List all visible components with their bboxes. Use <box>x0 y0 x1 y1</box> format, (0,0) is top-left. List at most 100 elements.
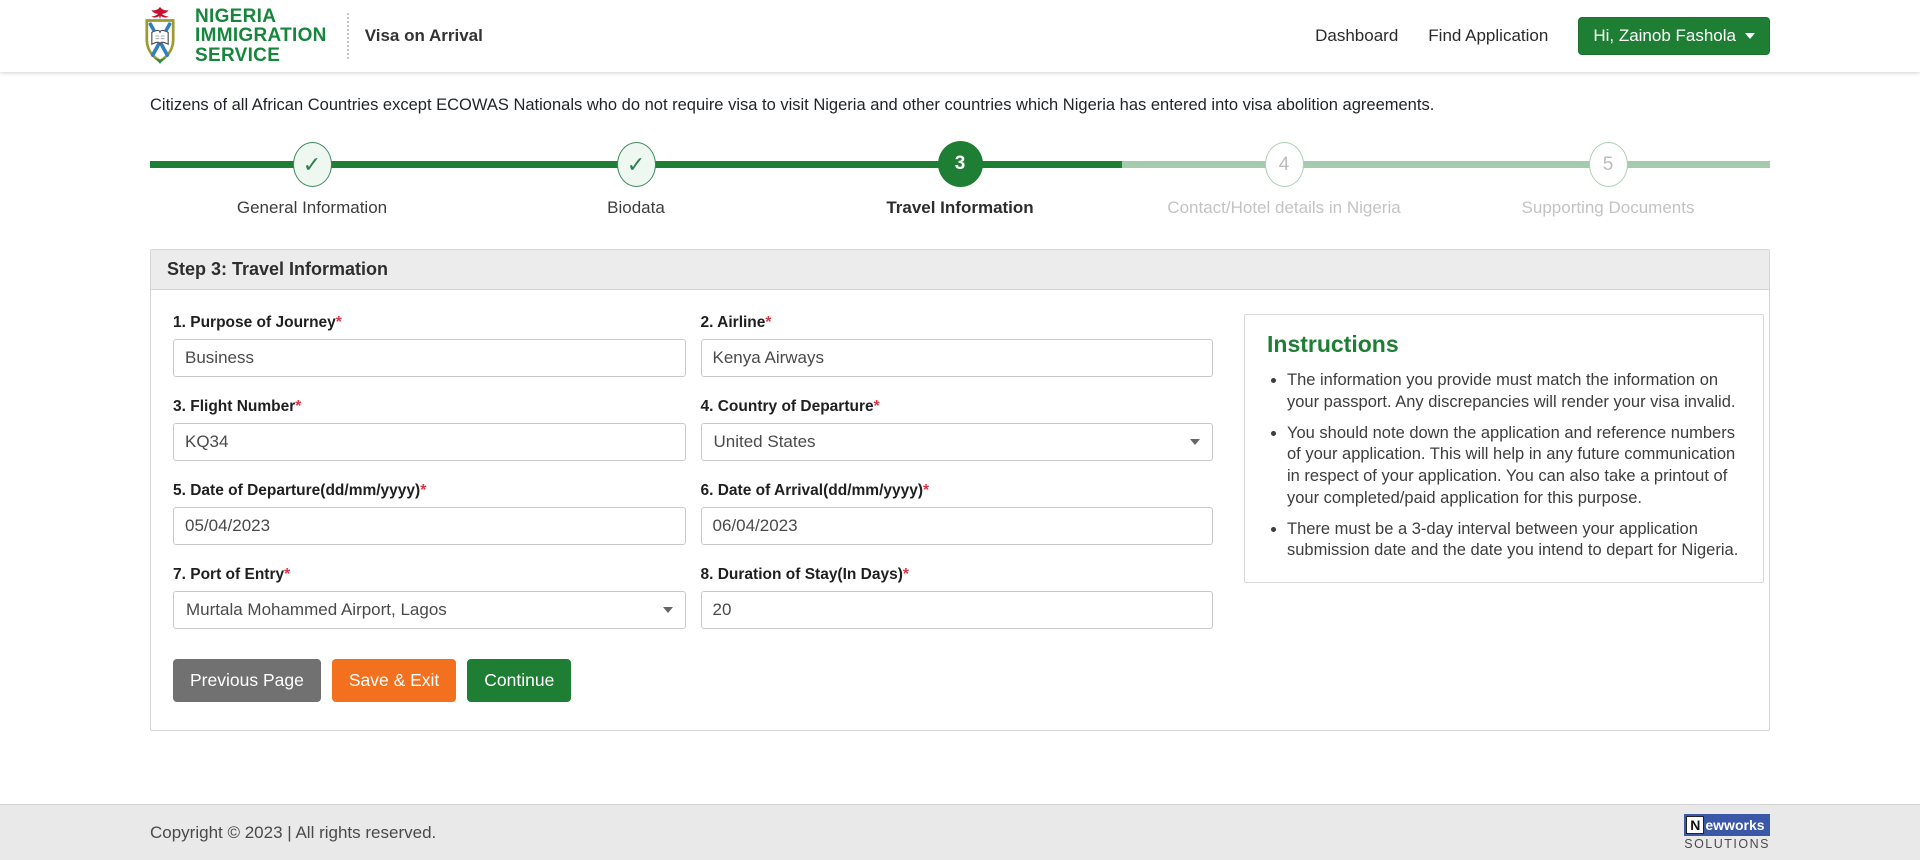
card-title: Step 3: Travel Information <box>151 250 1769 290</box>
stepper-steps: ✓ General Information ✓ Biodata 3 Travel… <box>150 135 1770 218</box>
required-asterisk: * <box>284 566 291 583</box>
country-of-departure-label: 4. Country of Departure* <box>701 398 1214 416</box>
step1-check-icon: ✓ <box>292 142 332 187</box>
date-of-departure-label-text: 5. Date of Departure(dd/mm/yyyy) <box>173 482 421 499</box>
instruction-item: There must be a 3-day interval between y… <box>1287 519 1739 563</box>
top-nav: Dashboard Find Application Hi, Zainob Fa… <box>1315 17 1770 55</box>
date-of-arrival-input[interactable] <box>700 507 1213 545</box>
flight-number-label-text: 3. Flight Number <box>173 398 296 415</box>
card-body: 1. Purpose of Journey* 2. Airline* 3. Fl… <box>151 290 1769 730</box>
step2-check-icon: ✓ <box>616 142 656 187</box>
step-general-information: ✓ General Information <box>150 135 474 218</box>
newworks-logo-top: N ewworks <box>1684 814 1770 837</box>
airline-input[interactable] <box>700 339 1213 377</box>
brand-title: NIGERIA IMMIGRATION SERVICE <box>195 5 327 66</box>
save-and-exit-button[interactable]: Save & Exit <box>331 659 457 702</box>
newworks-logo-n: N <box>1686 816 1705 835</box>
instructions-list: The information you provide must match t… <box>1265 370 1739 562</box>
app-header: NIGERIA IMMIGRATION SERVICE Visa on Arri… <box>0 0 1920 72</box>
chevron-down-icon <box>1190 439 1200 445</box>
copyright-text: Copyright © 2023 | All rights reserved. <box>150 822 437 842</box>
duration-of-stay-label-text: 8. Duration of Stay(In Days) <box>700 566 903 583</box>
step-contact-hotel-details: 4 Contact/Hotel details in Nigeria <box>1122 135 1446 218</box>
travel-information-card: Step 3: Travel Information 1. Purpose of… <box>150 249 1770 731</box>
step4-label: Contact/Hotel details in Nigeria <box>1167 198 1401 217</box>
instruction-item: You should note down the application and… <box>1287 423 1739 510</box>
port-of-entry-select[interactable]: Murtala Mohammed Airport, Lagos <box>173 591 686 629</box>
newworks-solutions-logo: N ewworks SOLUTIONS <box>1684 814 1770 851</box>
brand-title-line1: NIGERIA <box>195 5 277 27</box>
required-asterisk: * <box>765 314 772 331</box>
step3-label: Travel Information <box>886 198 1034 217</box>
chevron-down-icon <box>662 607 673 613</box>
step1-label: General Information <box>236 198 388 217</box>
airline-label-text: 2. Airline <box>700 314 766 331</box>
airline-label: 2. Airline* <box>701 314 1214 332</box>
required-asterisk: * <box>420 482 427 499</box>
step-biodata: ✓ Biodata <box>474 135 798 218</box>
brand-title-line2: IMMIGRATION <box>195 25 327 47</box>
nav-link-find-application[interactable]: Find Application <box>1428 26 1548 46</box>
instructions-panel: Instructions The information you provide… <box>1244 314 1764 584</box>
field-date-of-arrival: 6. Date of Arrival(dd/mm/yyyy)* <box>700 482 1214 545</box>
user-menu-label: Hi, Zainob Fashola <box>1593 26 1736 45</box>
country-of-departure-select[interactable]: United States <box>700 423 1213 461</box>
nav-link-dashboard[interactable]: Dashboard <box>1315 26 1398 46</box>
port-of-entry-label: 7. Port of Entry* <box>173 566 686 584</box>
purpose-of-journey-label-text: 1. Purpose of Journey <box>173 314 336 331</box>
step5-label: Supporting Documents <box>1521 198 1695 217</box>
country-of-departure-label-text: 4. Country of Departure <box>700 398 874 415</box>
required-asterisk: * <box>335 314 342 331</box>
required-asterisk: * <box>902 566 909 583</box>
purpose-of-journey-input[interactable] <box>173 339 686 377</box>
step-travel-information: 3 Travel Information <box>798 135 1122 218</box>
date-of-arrival-label-text: 6. Date of Arrival(dd/mm/yyyy) <box>700 482 924 499</box>
step4-marker: 4 <box>1264 142 1304 187</box>
field-country-of-departure: 4. Country of Departure* United States <box>700 398 1214 461</box>
field-purpose-of-journey: 1. Purpose of Journey* <box>173 314 686 377</box>
travel-information-form: 1. Purpose of Journey* 2. Airline* 3. Fl… <box>173 314 1213 702</box>
step5-marker: 5 <box>1588 142 1628 187</box>
field-grid: 1. Purpose of Journey* 2. Airline* 3. Fl… <box>173 314 1213 629</box>
flight-number-label: 3. Flight Number* <box>173 398 686 416</box>
field-duration-of-stay: 8. Duration of Stay(In Days)* <box>700 566 1214 629</box>
progress-stepper: ✓ General Information ✓ Biodata 3 Travel… <box>150 135 1770 231</box>
app-footer: Copyright © 2023 | All rights reserved. … <box>0 804 1920 860</box>
duration-of-stay-label: 8. Duration of Stay(In Days)* <box>701 566 1214 584</box>
step-supporting-documents: 5 Supporting Documents <box>1446 135 1770 218</box>
header-divider <box>346 13 349 59</box>
nigeria-immigration-coat-of-arms-icon <box>145 6 175 64</box>
required-asterisk: * <box>873 398 880 415</box>
newworks-logo-rest: ewworks <box>1705 817 1765 834</box>
main-content: Citizens of all African Countries except… <box>0 72 1920 731</box>
field-port-of-entry: 7. Port of Entry* Murtala Mohammed Airpo… <box>173 566 686 629</box>
instruction-item: The information you provide must match t… <box>1287 370 1739 414</box>
date-of-departure-label: 5. Date of Departure(dd/mm/yyyy)* <box>173 482 686 500</box>
step2-label: Biodata <box>607 198 665 217</box>
user-menu-button[interactable]: Hi, Zainob Fashola <box>1578 17 1770 55</box>
required-asterisk: * <box>923 482 930 499</box>
instructions-title: Instructions <box>1267 331 1399 357</box>
newworks-logo-sub: SOLUTIONS <box>1684 837 1770 852</box>
purpose-of-journey-label: 1. Purpose of Journey* <box>173 314 686 332</box>
country-of-departure-value: United States <box>713 432 816 451</box>
duration-of-stay-input[interactable] <box>700 591 1213 629</box>
date-of-departure-input[interactable] <box>173 507 686 545</box>
caret-down-icon <box>1745 33 1755 39</box>
port-of-entry-label-text: 7. Port of Entry <box>173 566 285 583</box>
field-airline: 2. Airline* <box>700 314 1214 377</box>
intro-text: Citizens of all African Countries except… <box>150 96 1435 114</box>
brand-title-line3: SERVICE <box>195 44 281 66</box>
continue-button[interactable]: Continue <box>467 659 572 702</box>
previous-page-button[interactable]: Previous Page <box>173 659 321 702</box>
app-name: Visa on Arrival <box>364 26 483 45</box>
form-buttons: Previous Page Save & Exit Continue <box>173 659 1213 702</box>
field-flight-number: 3. Flight Number* <box>173 398 686 461</box>
flight-number-input[interactable] <box>173 423 686 461</box>
required-asterisk: * <box>295 398 302 415</box>
field-date-of-departure: 5. Date of Departure(dd/mm/yyyy)* <box>173 482 686 545</box>
step3-marker: 3 <box>937 141 983 187</box>
port-of-entry-value: Murtala Mohammed Airport, Lagos <box>186 600 447 619</box>
date-of-arrival-label: 6. Date of Arrival(dd/mm/yyyy)* <box>701 482 1214 500</box>
brand: NIGERIA IMMIGRATION SERVICE Visa on Arri… <box>137 6 483 66</box>
